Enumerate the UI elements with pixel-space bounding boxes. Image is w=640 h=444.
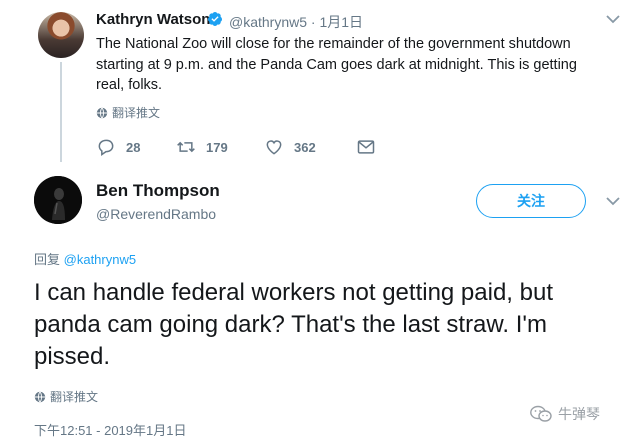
author-name[interactable]: Kathryn Watson bbox=[96, 11, 210, 28]
translate-label: 翻译推文 bbox=[50, 390, 99, 404]
translate-tweet-link[interactable]: 翻译推文 bbox=[96, 104, 160, 121]
like-button[interactable]: 362 bbox=[264, 137, 356, 157]
reply-icon bbox=[98, 139, 114, 156]
follow-button[interactable]: 关注 bbox=[476, 184, 586, 218]
reply-to-handle-link[interactable]: @kathrynw5 bbox=[64, 252, 136, 267]
reply-count: 28 bbox=[126, 139, 141, 155]
tweet-text: The National Zoo will close for the rema… bbox=[96, 36, 577, 93]
tweet-timestamp[interactable]: 下午12:51 - 2019年1月1日 bbox=[34, 420, 186, 439]
verified-badge-icon bbox=[207, 12, 222, 26]
retweet-icon bbox=[177, 141, 195, 153]
translate-label: 翻译推文 bbox=[112, 106, 161, 120]
like-count: 362 bbox=[294, 139, 316, 155]
retweet-count: 179 bbox=[206, 139, 228, 155]
avatar[interactable] bbox=[34, 176, 82, 224]
globe-icon bbox=[96, 107, 108, 118]
chevron-down-icon[interactable] bbox=[606, 196, 620, 206]
tweet-text: I can handle federal workers not getting… bbox=[34, 279, 553, 370]
wechat-icon bbox=[530, 405, 552, 422]
retweet-button[interactable]: 179 bbox=[176, 137, 264, 157]
heart-icon bbox=[266, 140, 282, 155]
chevron-down-icon[interactable] bbox=[606, 14, 620, 24]
avatar-image bbox=[34, 176, 82, 224]
tweet-actions: 28 179 362 bbox=[96, 137, 376, 157]
reply-prefix: 回复 bbox=[34, 252, 61, 267]
globe-icon bbox=[34, 391, 46, 402]
direct-message-button[interactable] bbox=[356, 137, 376, 157]
reply-button[interactable]: 28 bbox=[96, 137, 176, 157]
thread-connector-line bbox=[60, 62, 62, 162]
author-handle[interactable]: @ReverendRambo bbox=[96, 206, 216, 222]
author-name[interactable]: Ben Thompson bbox=[96, 181, 220, 201]
replying-to: 回复 @kathrynw5 bbox=[34, 249, 136, 268]
avatar[interactable] bbox=[38, 12, 84, 58]
watermark-text: 牛弹琴 bbox=[558, 406, 600, 422]
watermark: 牛弹琴 bbox=[530, 404, 600, 424]
translate-tweet-link[interactable]: 翻译推文 bbox=[34, 388, 98, 405]
envelope-icon bbox=[357, 140, 375, 154]
author-handle-and-time[interactable]: @kathrynw5 · 1月1日 bbox=[229, 12, 363, 32]
